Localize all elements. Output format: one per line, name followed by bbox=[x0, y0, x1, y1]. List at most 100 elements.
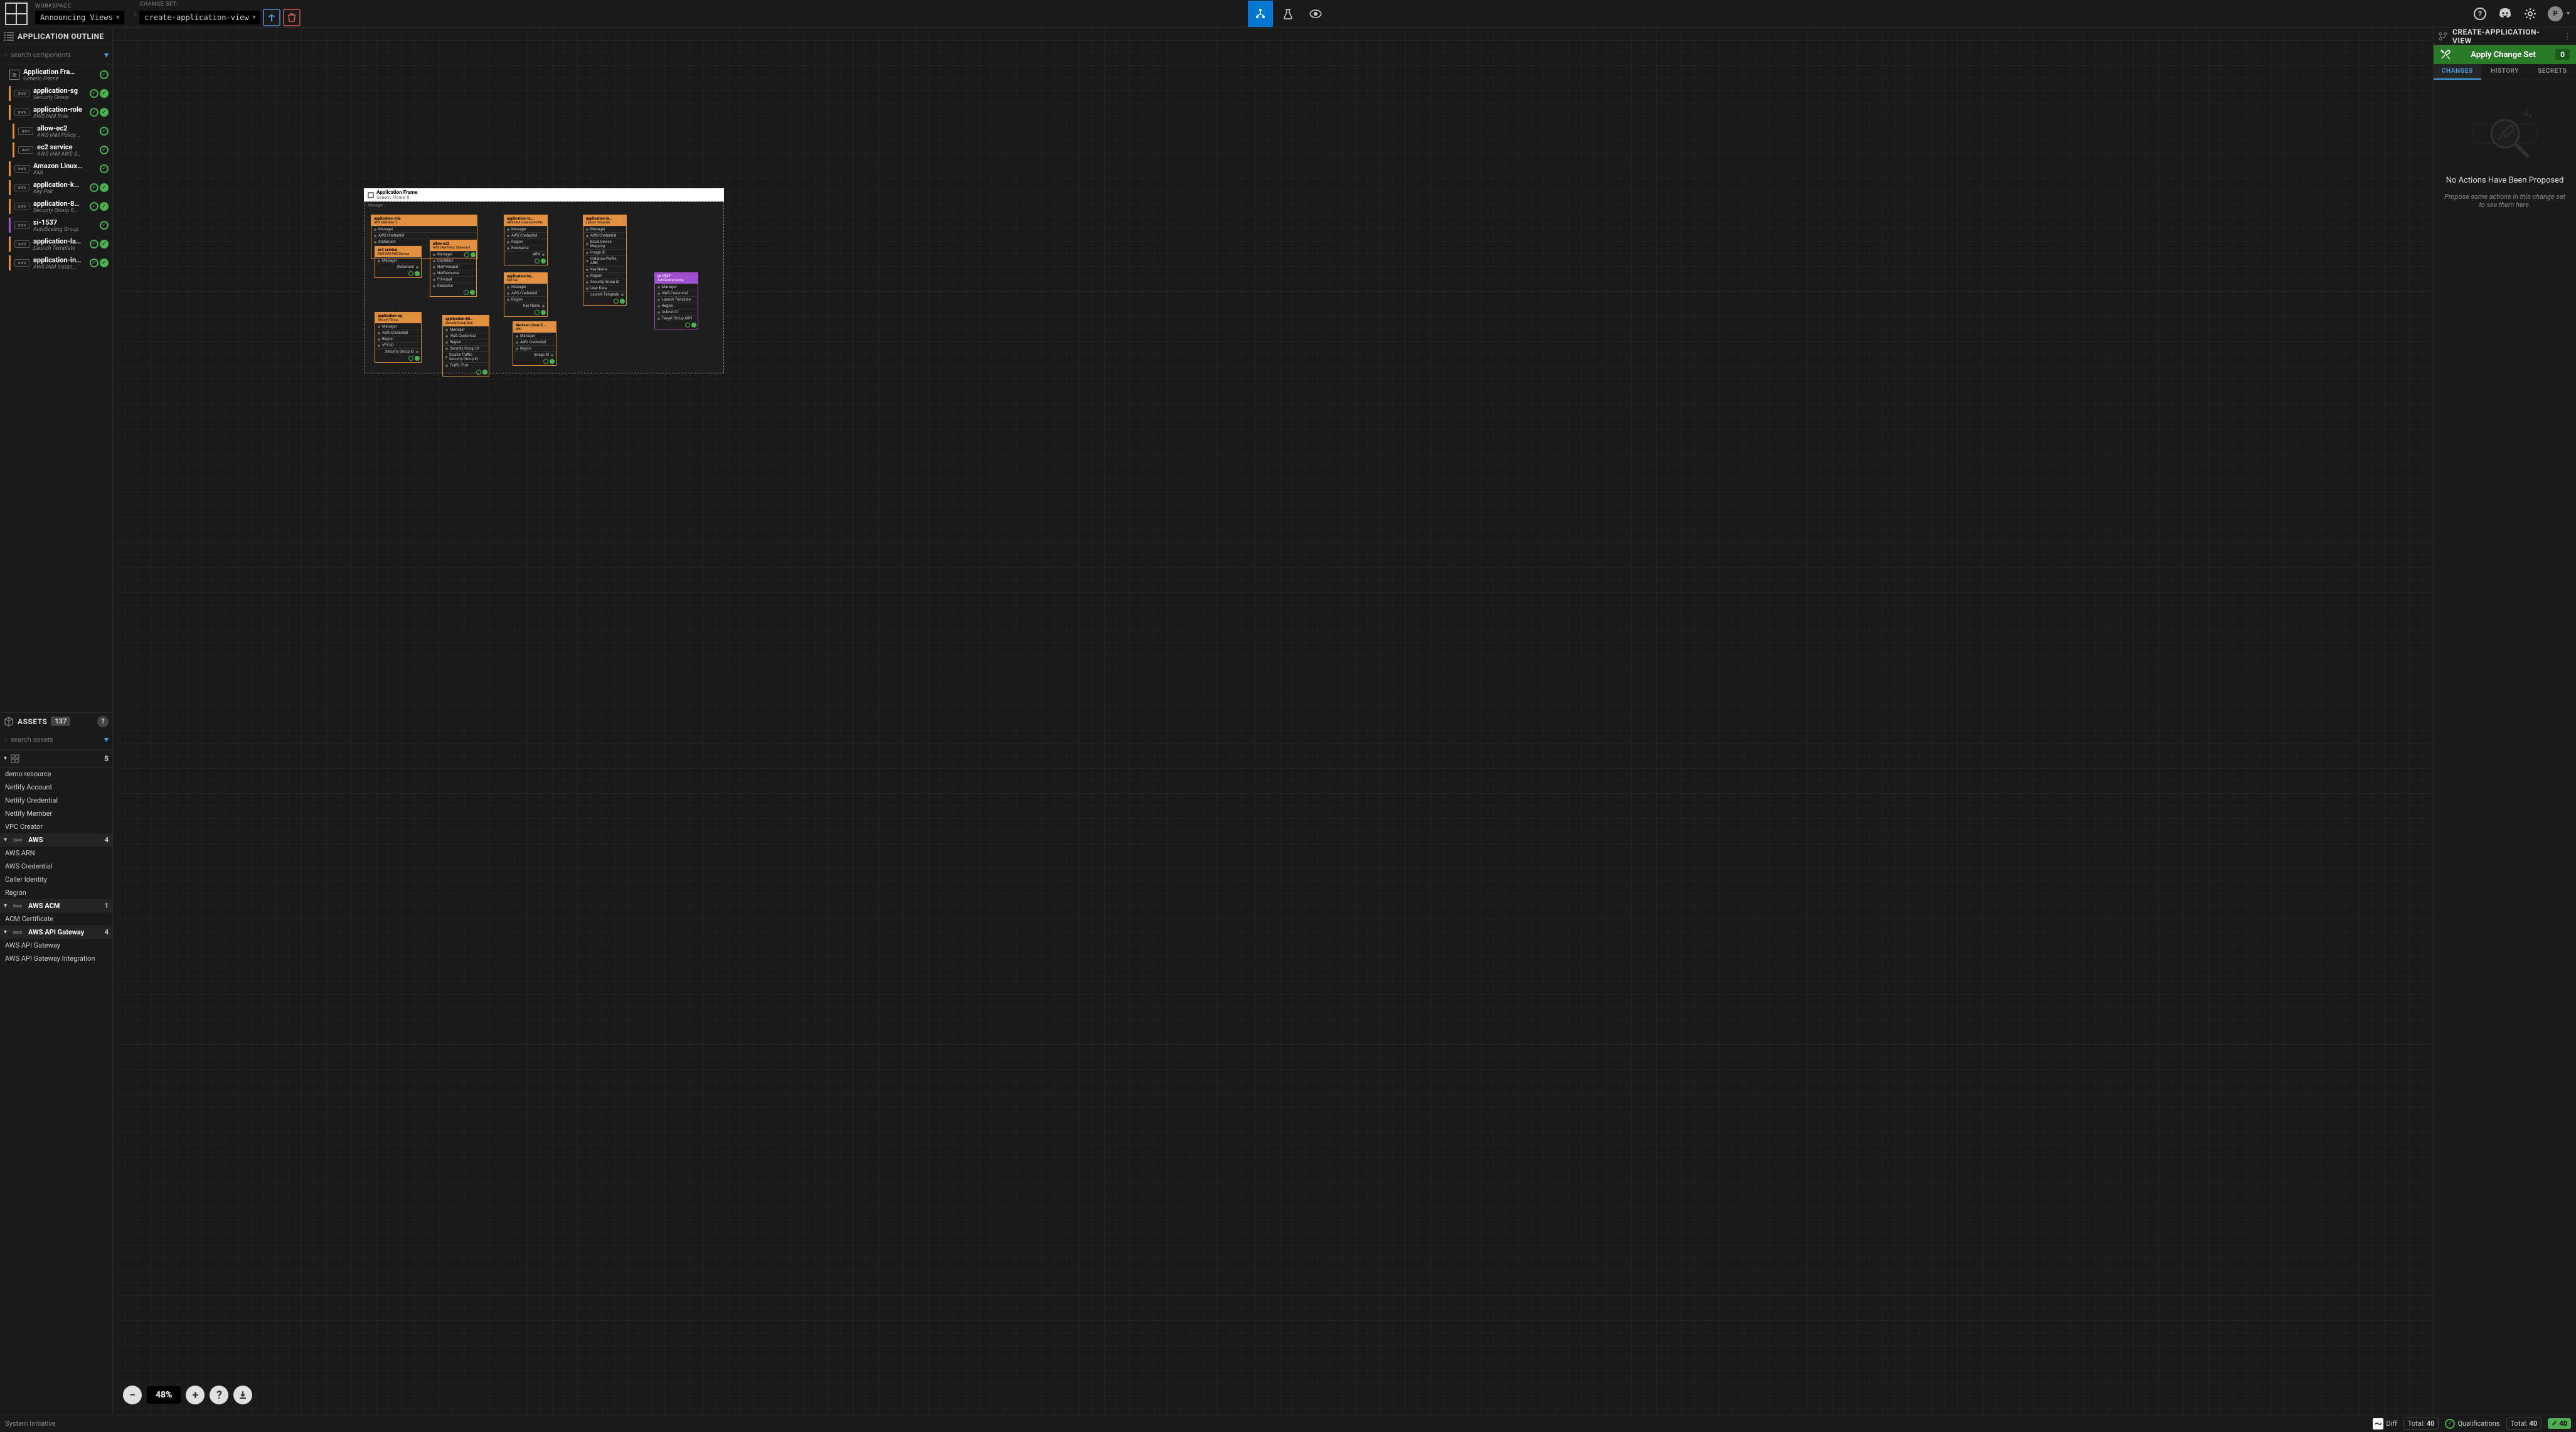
diagram-node[interactable]: application-la…Launch TemplateManagerAWS… bbox=[583, 215, 627, 306]
more-icon[interactable]: ⋮ bbox=[2563, 32, 2571, 41]
asset-row[interactable]: Netlify Account bbox=[0, 781, 112, 794]
diagram-node[interactable]: application-ke…Key PairManagerAWS Creden… bbox=[504, 272, 548, 317]
diagram-node[interactable]: application-80…Security Group RuleManage… bbox=[442, 315, 489, 377]
asset-row[interactable]: Netlify Credential bbox=[0, 794, 112, 807]
branch-icon bbox=[2439, 32, 2447, 41]
chevron-down-icon: ▼ bbox=[117, 14, 120, 20]
help-icon[interactable]: ? bbox=[2472, 6, 2488, 21]
chevron-down-icon: ▾ bbox=[4, 929, 7, 936]
asset-row[interactable]: VPC Creator bbox=[0, 820, 112, 833]
check-icon: ✓ bbox=[2445, 1419, 2455, 1429]
merge-button[interactable] bbox=[263, 9, 280, 26]
asset-group-header[interactable]: ▾awsAWS API Gateway4 bbox=[0, 926, 112, 939]
outline-item[interactable]: awsapplication-sgSecurity Group✓✓ bbox=[0, 84, 112, 103]
frame-header[interactable]: Application Frame Generic Frame: 8 bbox=[364, 188, 724, 201]
check-icon: ✓ bbox=[100, 259, 109, 267]
divider-chevron: › bbox=[130, 9, 139, 18]
brand-label: System Initiative bbox=[5, 1419, 56, 1428]
asset-row[interactable]: Caller Identity bbox=[0, 873, 112, 886]
app-logo[interactable] bbox=[5, 3, 28, 25]
chevron-down-icon: ▾ bbox=[4, 755, 7, 762]
asset-row[interactable]: ACM Certificate bbox=[0, 912, 112, 926]
discord-icon[interactable] bbox=[2498, 6, 2513, 21]
tab-secrets[interactable]: SECRETS bbox=[2528, 64, 2576, 80]
canvas[interactable]: Application Frame Generic Frame: 8 Manag… bbox=[113, 28, 2433, 1414]
apply-changeset-button[interactable]: Apply Change Set 0 bbox=[2434, 45, 2576, 64]
tools-icon bbox=[2440, 49, 2451, 60]
outline-item[interactable]: awsapplication-la…Launch Template✓✓ bbox=[0, 235, 112, 254]
outline-item[interactable]: awsec2 serviceAWS IAM AWS S…✓ bbox=[0, 141, 112, 159]
check-icon: ✓ bbox=[100, 108, 109, 117]
outline-item[interactable]: awssi-1537AutoScaling Group✓ bbox=[0, 216, 112, 235]
diagram-node[interactable]: application-ro…AWS IAM Instance ProfileM… bbox=[504, 215, 548, 265]
outline-item[interactable]: awsallow-ec2AWS IAM Policy …✓ bbox=[0, 122, 112, 141]
diff-toggle[interactable]: 〜 Diff bbox=[2373, 1418, 2397, 1429]
tab-history[interactable]: HISTORY bbox=[2481, 64, 2529, 80]
workspace-selector[interactable]: Announcing Views ▼ bbox=[35, 11, 124, 24]
aws-icon: aws bbox=[14, 203, 29, 210]
asset-row[interactable]: demo resource bbox=[0, 767, 112, 781]
search-assets-input[interactable] bbox=[11, 736, 102, 744]
check-icon: ✓ bbox=[100, 164, 109, 173]
outline-item[interactable]: awsAmazon Linux…AMI✓ bbox=[0, 159, 112, 178]
check-icon: ✓ bbox=[100, 240, 109, 248]
diagram-node[interactable]: si-1537AutoScaling GroupManagerAWS Crede… bbox=[654, 272, 698, 329]
asset-row[interactable]: AWS API Gateway bbox=[0, 939, 112, 952]
check-icon: ✓ bbox=[90, 240, 98, 248]
download-button[interactable] bbox=[233, 1386, 252, 1404]
qualifications-toggle[interactable]: ✓ Qualifications bbox=[2445, 1419, 2499, 1429]
view-model-tab[interactable] bbox=[1248, 1, 1273, 27]
outline-item[interactable]: ⊞Application Fra…Generic Frame✓ bbox=[0, 65, 112, 84]
aws-icon: aws bbox=[14, 109, 29, 116]
check-icon: ✓ bbox=[100, 183, 109, 192]
aws-icon: aws bbox=[14, 165, 29, 173]
check-icon: ✓ bbox=[90, 108, 98, 117]
changeset-selector[interactable]: create-application-view ▼ bbox=[139, 11, 260, 24]
outline-item[interactable]: awsapplication-k…Key Pair✓✓ bbox=[0, 178, 112, 197]
search-icon: ⌕ bbox=[4, 735, 8, 744]
outline-item[interactable]: awsapplication-roleAWS IAM Role✓✓ bbox=[0, 103, 112, 122]
tab-changes[interactable]: CHANGES bbox=[2434, 64, 2481, 80]
asset-row[interactable]: AWS Credential bbox=[0, 860, 112, 873]
zoom-out-button[interactable]: − bbox=[123, 1386, 142, 1404]
asset-group-header[interactable]: ▾awsAWS4 bbox=[0, 833, 112, 847]
asset-group-header[interactable]: ▾awsAWS ACM1 bbox=[0, 899, 112, 912]
assets-header: ASSETS 137 ? bbox=[0, 712, 112, 730]
changeset-title: CREATE-APPLICATION-VIEW bbox=[2452, 28, 2558, 45]
empty-state-icon bbox=[2467, 105, 2543, 168]
aws-icon: aws bbox=[11, 837, 24, 843]
asset-row[interactable]: AWS API Gateway Integration bbox=[0, 952, 112, 965]
filter-icon[interactable]: ▾ bbox=[104, 735, 109, 745]
zoom-help-button[interactable]: ? bbox=[210, 1386, 228, 1404]
diagram-node[interactable]: application-sgSecurity GroupManagerAWS C… bbox=[375, 312, 422, 363]
check-icon: ✓ bbox=[90, 89, 98, 98]
help-icon[interactable]: ? bbox=[97, 716, 109, 727]
changeset-label: CHANGE SET: bbox=[139, 1, 301, 8]
settings-icon[interactable] bbox=[2523, 6, 2538, 21]
filter-icon[interactable]: ▾ bbox=[104, 50, 109, 60]
asset-view-toggle[interactable]: ▾ 5 bbox=[0, 750, 112, 767]
aws-icon: aws bbox=[18, 146, 33, 154]
outline-item[interactable]: awsapplication-in…AWS IAM Instan…✓✓ bbox=[0, 254, 112, 272]
aws-icon: aws bbox=[14, 222, 29, 229]
user-menu[interactable]: P ▼ bbox=[2548, 6, 2571, 21]
outline-item[interactable]: awsapplication-8…Security Group R…✓✓ bbox=[0, 197, 112, 216]
diagram-node[interactable]: Amazon Linux 2…AMIManagerAWS CredentialR… bbox=[513, 321, 556, 366]
view-preview-tab[interactable] bbox=[1303, 1, 1328, 27]
aws-icon: aws bbox=[14, 184, 29, 191]
asset-row[interactable]: Netlify Member bbox=[0, 807, 112, 820]
diagram-node[interactable]: allow-ec2AWS IAM Policy StatementManager… bbox=[430, 240, 477, 297]
asset-row[interactable]: Region bbox=[0, 886, 112, 899]
zoom-in-button[interactable]: + bbox=[186, 1386, 205, 1404]
qual-pass-badge: ✓ 40 bbox=[2548, 1418, 2571, 1429]
check-icon: ✓ bbox=[100, 89, 109, 98]
asset-row[interactable]: AWS ARN bbox=[0, 847, 112, 860]
delete-changeset-button[interactable] bbox=[283, 9, 301, 26]
avatar: P bbox=[2548, 6, 2563, 21]
search-components-input[interactable] bbox=[11, 51, 102, 59]
chevron-down-icon: ▾ bbox=[4, 836, 7, 843]
view-lab-tab[interactable] bbox=[1275, 1, 1301, 27]
diagram-node[interactable]: ec2 serviceAWS IAM AWS ServiceManagerSta… bbox=[375, 246, 422, 278]
diff-icon: 〜 bbox=[2373, 1418, 2383, 1429]
outline-header: APPLICATION OUTLINE bbox=[0, 28, 112, 45]
